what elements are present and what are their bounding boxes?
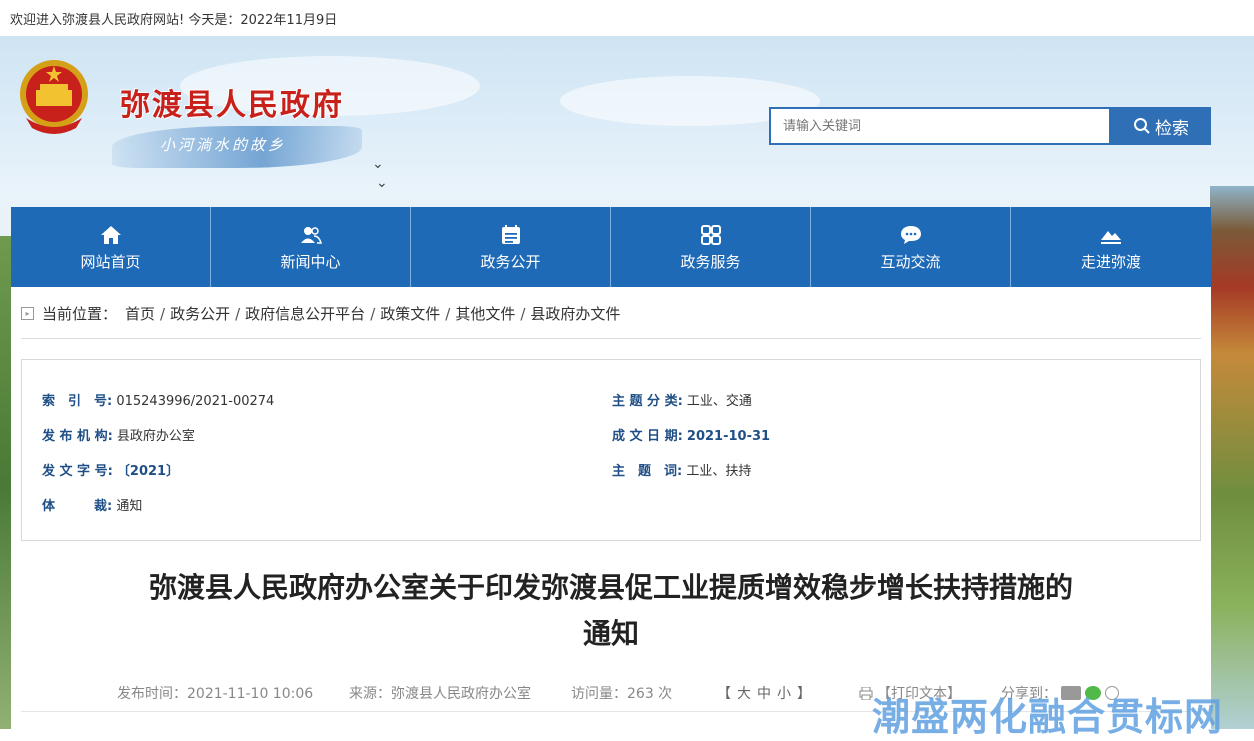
main-nav: 网站首页 新闻中心 政务公开 政务服务 互动交流 走进弥渡 (11, 207, 1211, 287)
search-button-label: 检索 (1155, 118, 1189, 139)
home-icon (100, 225, 121, 244)
bird-icon: ⌄ (376, 175, 388, 191)
breadcrumb-policy-docs[interactable]: 政策文件 (380, 303, 440, 324)
grid-icon (700, 224, 721, 245)
font-size-control: 【大中小】 (717, 686, 817, 702)
breadcrumb-county-office-docs[interactable]: 县政府办文件 (530, 303, 620, 324)
breadcrumb: ▸ 当前位置： 首页 / 政务公开 / 政府信息公开平台 / 政策文件 / 其他… (21, 303, 620, 324)
nav-label: 新闻中心 (280, 252, 341, 271)
search-input[interactable] (769, 107, 1111, 145)
meta-date: 成 文 日 期: 2021-10-31 (612, 429, 771, 444)
nav-label: 走进弥渡 (1080, 252, 1141, 271)
breadcrumb-gov-affairs[interactable]: 政务公开 (170, 303, 230, 324)
document-metadata: 索 引 号: 015243996/2021-00274 主 题 分 类: 工业、… (21, 359, 1201, 541)
calendar-list-icon (501, 224, 520, 244)
view-count: 访问量：263 次 (571, 686, 673, 702)
search-icon (1134, 118, 1150, 134)
meta-genre: 体 裁: 通知 (42, 499, 143, 514)
content-panel: ▸ 当前位置： 首页 / 政务公开 / 政府信息公开平台 / 政策文件 / 其他… (11, 287, 1211, 729)
bird-icon: ⌄ (372, 156, 384, 172)
printer-icon (859, 686, 873, 700)
nav-item-interaction[interactable]: 互动交流 (811, 207, 1011, 287)
watermark-text: 潮盛两化融合贯标网 (872, 695, 1224, 739)
breadcrumb-home[interactable]: 首页 (125, 303, 155, 324)
meta-topic: 主 题 分 类: 工业、交通 (612, 394, 752, 409)
mountain-icon (1101, 230, 1121, 244)
breadcrumb-other-docs[interactable]: 其他文件 (455, 303, 515, 324)
location-icon: ▸ (21, 307, 34, 320)
site-slogan: 小河淌水的故乡 (160, 136, 287, 154)
meta-docno: 发 文 字 号: 〔2021〕 (42, 464, 180, 479)
meta-org: 发 布 机 构: 县政府办公室 (42, 429, 195, 444)
nav-item-gov-affairs[interactable]: 政务公开 (411, 207, 611, 287)
article-source: 来源：弥渡县人民政府办公室 (349, 686, 531, 702)
publish-time: 发布时间：2021-11-10 10:06 (117, 686, 314, 702)
nav-label: 互动交流 (880, 252, 941, 271)
nav-label: 政务公开 (480, 252, 541, 271)
breadcrumb-label: 当前位置： (42, 305, 118, 323)
nav-item-about-midu[interactable]: 走进弥渡 (1011, 207, 1211, 287)
nav-item-home[interactable]: 网站首页 (11, 207, 211, 287)
font-large-button[interactable]: 大 (737, 686, 757, 702)
font-small-button[interactable]: 小 (777, 686, 797, 702)
scenery-right-pagoda (1210, 186, 1254, 729)
font-medium-button[interactable]: 中 (757, 686, 777, 702)
search-button[interactable]: 检索 (1111, 107, 1211, 145)
article-title: 弥渡县人民政府办公室关于印发弥渡县促工业提质增效稳步增长扶持措施的 通知 (148, 571, 1073, 650)
divider (21, 338, 1201, 339)
meta-keywords: 主 题 词: 工业、扶持 (612, 464, 752, 479)
users-icon (300, 226, 322, 244)
welcome-text: 欢迎进入弥渡县人民政府网站! 今天是：2022年11月9日 (10, 13, 338, 28)
nav-item-gov-service[interactable]: 政务服务 (611, 207, 811, 287)
national-emblem-icon (20, 60, 88, 134)
chat-icon (900, 225, 921, 244)
nav-item-news[interactable]: 新闻中心 (211, 207, 411, 287)
nav-label: 政务服务 (680, 252, 741, 271)
breadcrumb-info-platform[interactable]: 政府信息公开平台 (245, 303, 365, 324)
meta-index: 索 引 号: 015243996/2021-00274 (42, 394, 275, 409)
top-welcome-bar: 欢迎进入弥渡县人民政府网站! 今天是：2022年11月9日 (0, 0, 1254, 36)
nav-label: 网站首页 (80, 252, 141, 271)
site-title: 弥渡县人民政府 (120, 88, 344, 123)
